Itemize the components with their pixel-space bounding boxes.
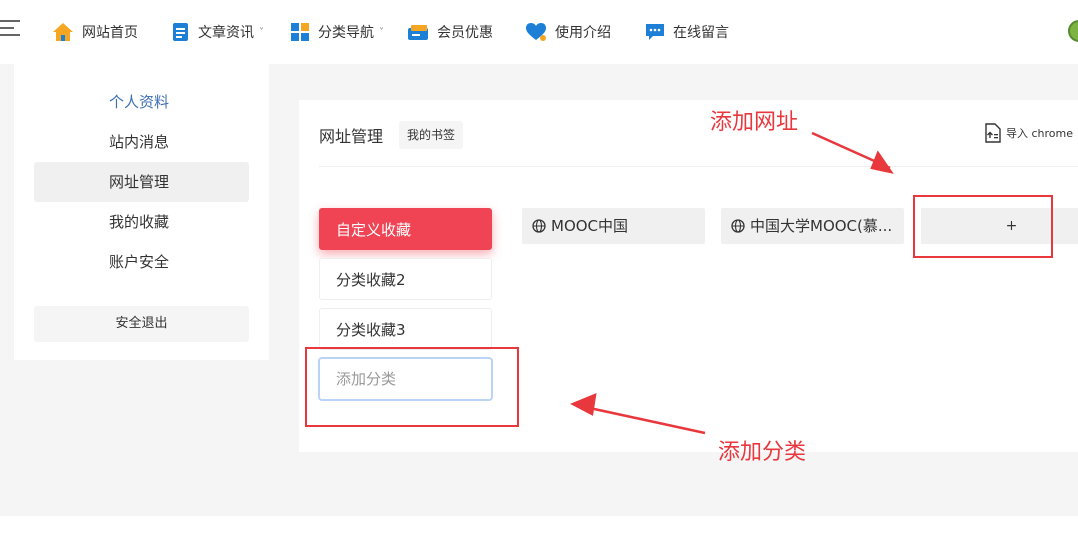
- category-item[interactable]: 分类收藏3: [319, 308, 492, 350]
- logout-button[interactable]: 安全退出: [34, 306, 249, 342]
- nav-item-messages[interactable]: 在线留言: [645, 18, 729, 46]
- category-item[interactable]: 分类收藏2: [319, 258, 492, 300]
- ticket-icon: [408, 25, 428, 40]
- nav-item-usage-guide[interactable]: 使用介绍: [525, 18, 611, 46]
- page-title: 网址管理: [319, 127, 384, 146]
- nav-item-label: 会员优惠: [437, 25, 493, 41]
- nav-item-label: 在线留言: [673, 25, 729, 41]
- menu-icon[interactable]: [0, 20, 22, 42]
- document-icon: [173, 23, 188, 41]
- grid-icon: [291, 23, 309, 41]
- highlight-box-add-category: [305, 347, 519, 427]
- annotation-add-category: 添加分类: [718, 440, 807, 465]
- home-icon: [53, 23, 73, 41]
- nav-item-home[interactable]: 网站首页: [52, 18, 138, 46]
- sidebar-item-account-security[interactable]: 账户安全: [34, 242, 249, 282]
- category-item[interactable]: 自定义收藏: [319, 208, 492, 250]
- top-navbar: 网站首页 文章资讯 ˅ 分类导航 ˅ 会员优惠 使用介绍 在线留言: [0, 0, 1078, 64]
- chevron-down-icon: ˅: [379, 26, 384, 38]
- user-sidebar: 个人资料 站内消息 网址管理 我的收藏 账户安全 安全退出: [14, 64, 269, 360]
- site-link-label: 中国大学MOOC(慕...: [750, 217, 893, 235]
- nav-item-label: 分类导航: [318, 25, 374, 41]
- nav-item-articles[interactable]: 文章资讯 ˅: [172, 18, 264, 46]
- globe-icon: [731, 219, 745, 233]
- chat-icon: [646, 24, 664, 40]
- heart-icon: [526, 23, 546, 41]
- sidebar-item-profile[interactable]: 个人资料: [34, 82, 249, 122]
- site-link-item[interactable]: MOOC中国: [522, 208, 705, 244]
- import-chrome-button[interactable]: 导入 chrome: [984, 122, 1073, 144]
- sidebar-item-favorites[interactable]: 我的收藏: [34, 202, 249, 242]
- divider: [319, 166, 1078, 167]
- nav-item-label: 使用介绍: [555, 25, 611, 41]
- avatar[interactable]: [1068, 20, 1078, 42]
- nav-item-label: 文章资讯: [198, 25, 254, 41]
- sidebar-item-url-management[interactable]: 网址管理: [34, 162, 249, 202]
- footer-strip: [0, 516, 1078, 536]
- site-link-item[interactable]: 中国大学MOOC(慕...: [721, 208, 904, 244]
- my-bookmarks-tab[interactable]: 我的书签: [399, 121, 464, 149]
- chevron-down-icon: ˅: [259, 26, 264, 38]
- sidebar-item-messages[interactable]: 站内消息: [34, 122, 249, 162]
- nav-item-categories[interactable]: 分类导航 ˅: [290, 18, 384, 46]
- import-chrome-label: 导入 chrome: [1006, 127, 1074, 140]
- highlight-box-add-url: [913, 195, 1053, 258]
- nav-item-label: 网站首页: [82, 25, 138, 41]
- import-file-icon: [985, 123, 1001, 143]
- globe-icon: [532, 219, 546, 233]
- annotation-add-url: 添加网址: [710, 110, 799, 135]
- nav-item-member-deals[interactable]: 会员优惠: [407, 18, 493, 46]
- site-link-label: MOOC中国: [551, 217, 629, 235]
